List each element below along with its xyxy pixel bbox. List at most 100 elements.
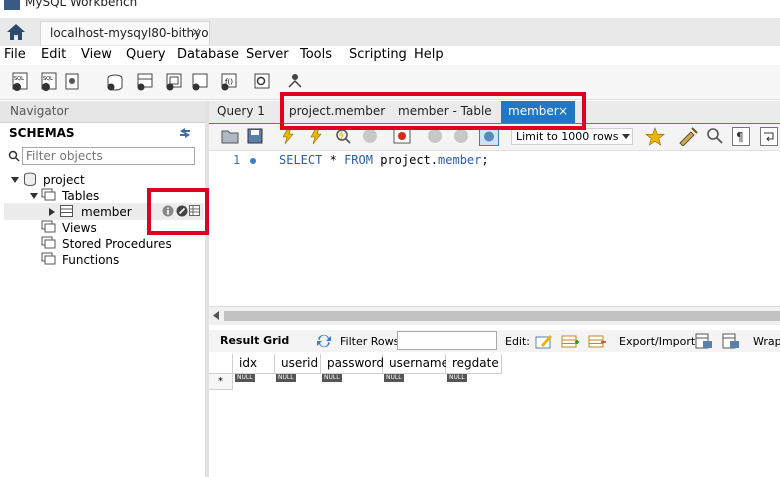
menu-help[interactable]: Help [414,47,444,62]
import-icon[interactable] [722,333,740,349]
save-icon[interactable] [247,128,263,144]
sql-semicolon: ; [481,153,489,167]
expand-member-icon[interactable] [47,207,57,217]
schemas-label: SCHEMAS [9,126,75,140]
column-header-username[interactable]: username [383,354,449,374]
create-procedure-icon[interactable] [190,71,210,93]
tree-views[interactable]: Views [62,221,97,235]
create-schema-icon[interactable] [105,71,125,93]
refresh-schemas-icon[interactable] [179,128,191,138]
app-title: MySQL Workbench [25,0,138,9]
tree-functions[interactable]: Functions [62,253,119,267]
menu-database[interactable]: Database [177,47,239,62]
limit-rows-value: Limit to 1000 rows [516,130,619,143]
editor-tab-query-1[interactable]: Query 1 [217,101,277,123]
rollback-icon[interactable] [453,128,469,144]
edit-label: Edit: [505,335,531,348]
functions-folder-icon [41,252,56,265]
stop-icon[interactable] [362,128,378,144]
sql-table: member [438,153,482,167]
procedures-folder-icon [41,236,56,249]
null-cell-password[interactable]: NULL [322,374,342,382]
filter-rows-input[interactable] [397,331,497,350]
menu-query[interactable]: Query [126,47,166,62]
reconnect-icon[interactable] [285,71,305,93]
create-view-icon[interactable] [164,71,184,93]
sql-keyword: FROM [344,153,373,167]
result-grid-label[interactable]: Result Grid [220,334,289,347]
menu-file[interactable]: File [4,47,26,62]
menu-view[interactable]: View [81,47,112,62]
add-snippet-star-icon[interactable] [645,127,665,146]
tree-tables[interactable]: Tables [62,189,99,203]
new-row-marker: * [209,374,233,390]
null-cell-idx[interactable]: NULL [235,374,255,382]
sql-star: * [329,153,337,167]
null-cell-username[interactable]: NULL [384,374,404,382]
result-toolbar: Result Grid Filter Rows: Edit: Export/Im… [209,330,780,353]
filter-objects-input[interactable] [22,147,195,165]
views-folder-icon [41,220,56,233]
scroll-thumb[interactable] [224,311,780,321]
search-table-data-icon[interactable] [252,71,272,93]
find-icon[interactable] [706,127,724,145]
create-function-icon[interactable]: f() [219,71,239,93]
null-cell-userid[interactable]: NULL [276,374,296,382]
highlight-table-actions [147,188,209,235]
refresh-results-icon[interactable] [316,333,332,349]
connection-tab[interactable]: localhost-mysqyl80-bithyo × [40,21,210,45]
wrap-lines-icon[interactable] [760,127,778,146]
grid-corner [209,354,233,374]
column-header-password[interactable]: password [321,354,384,374]
sql-query-text[interactable]: SELECT * FROM project.member; [279,153,489,167]
inspector-icon[interactable] [63,71,83,93]
svg-text:SQL: SQL [14,76,24,82]
schema-icon [24,172,36,186]
tree-schema-project[interactable]: project [43,173,85,187]
open-folder-icon[interactable] [221,128,239,144]
open-sql-script-icon[interactable]: SQL [40,71,60,93]
title-bar: MySQL Workbench [0,0,780,18]
sql-editor[interactable] [209,151,780,306]
invisible-chars-icon[interactable]: ¶ [732,127,750,146]
create-table-icon[interactable] [135,71,155,93]
menu-scripting[interactable]: Scripting [349,47,407,62]
insert-row-icon[interactable] [561,333,579,349]
column-header-idx[interactable]: idx [233,354,275,374]
close-connection-tab-icon[interactable]: × [191,25,201,39]
toggle-error-icon[interactable] [393,128,411,144]
export-icon[interactable] [695,333,713,349]
delete-row-icon[interactable] [588,333,606,349]
commit-icon[interactable] [427,128,443,144]
new-sql-tab-icon[interactable]: SQL [11,71,31,93]
sql-dot: . [430,153,439,167]
column-header-regdate[interactable]: regdate [446,354,502,374]
menu-edit[interactable]: Edit [41,47,66,62]
expand-project-icon[interactable] [10,175,20,185]
expand-tables-icon[interactable] [29,191,39,201]
menu-bar: File Edit View Query Database Server Too… [0,46,780,65]
limit-rows-select[interactable]: Limit to 1000 rows [511,128,633,145]
scroll-left-icon[interactable] [213,311,219,320]
wrap-cell-label[interactable]: Wrap [753,335,780,348]
menu-tools[interactable]: Tools [300,47,332,62]
filter-rows-label: Filter Rows: [340,335,404,348]
edit-row-icon[interactable] [535,333,553,349]
chevron-down-icon [622,134,630,139]
column-header-userid[interactable]: userid [275,354,321,374]
menu-server[interactable]: Server [246,47,289,62]
navigator-header: Navigator [0,101,205,123]
editor-horizontal-scrollbar[interactable] [209,306,780,325]
null-cell-regdate[interactable]: NULL [447,374,467,382]
editor-tab-label: Query 1 [217,104,265,118]
tree-stored-procedures[interactable]: Stored Procedures [62,237,172,251]
beautify-icon[interactable] [678,127,698,146]
tree-table-member[interactable]: member [81,205,132,219]
home-tab[interactable] [4,21,28,43]
navigator-title: Navigator [10,104,69,118]
mysql-workbench-logo-icon [4,0,20,10]
highlight-editor-tabs [280,92,586,130]
sql-keyword: SELECT [279,153,323,167]
export-import-label: Export/Import: [619,335,699,348]
current-line-marker [250,158,256,164]
